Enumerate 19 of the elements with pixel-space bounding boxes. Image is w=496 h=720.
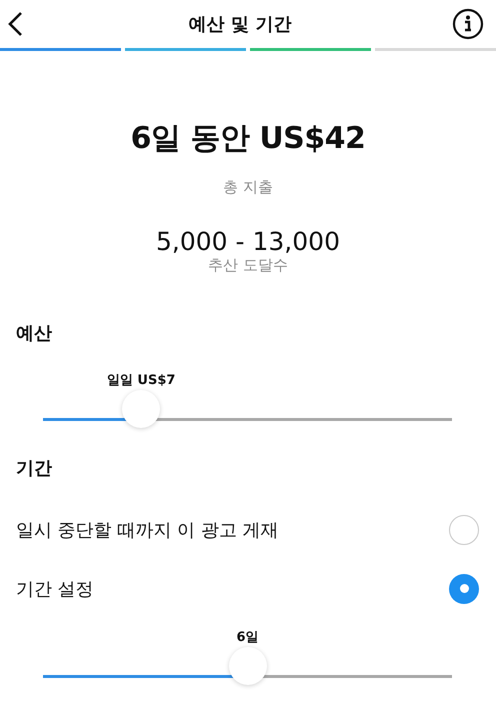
section-heading: 기간 [15,457,53,480]
option-label: 기간 설정 [16,578,94,600]
radio-button[interactable] [449,574,479,604]
slider-track[interactable] [43,675,452,678]
slider-thumb[interactable] [228,647,266,685]
slider-value: 6일 [236,629,259,646]
option-label: 일시 중단할 때까지 이 광고 게재 [16,518,279,542]
screen-title: 예산 및 기간 [188,13,292,36]
radio-button[interactable] [449,514,479,544]
info-button[interactable] [452,8,484,40]
estimated-reach: 5,000 - 13,000 [156,227,340,256]
total-spend: 6일 동안 US$42 [130,120,366,158]
slider-value: 일일 US$7 [106,372,176,389]
info-icon [452,8,484,40]
section-heading: 예산 [15,322,53,345]
slider-track[interactable] [43,418,452,421]
estimated-reach-label: 추산 도달수 [208,256,288,275]
total-spend-label: 총 지출 [223,178,273,197]
slider-thumb[interactable] [122,390,160,428]
